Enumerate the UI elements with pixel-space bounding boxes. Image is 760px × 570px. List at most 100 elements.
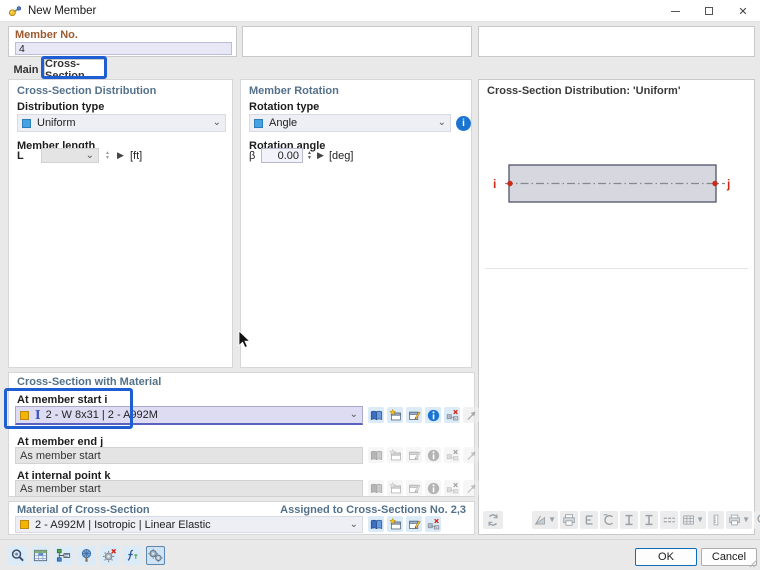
zoom-reset-icon <box>756 513 760 527</box>
tab-main[interactable]: Main <box>10 60 42 79</box>
rotation-angle-input[interactable]: 0.00 <box>261 148 303 163</box>
cross-section-section-title: Cross-Section with Material <box>17 376 161 388</box>
rotation-angle-value: 0.00 <box>278 150 299 162</box>
edit-cross-section-button[interactable] <box>406 407 422 423</box>
member-end-actions <box>368 447 479 463</box>
library-book-icon <box>370 518 383 531</box>
table-settings-button[interactable] <box>31 546 50 565</box>
gear-delete-icon <box>102 548 117 563</box>
assign-delete-icon <box>446 449 459 462</box>
member-no-input[interactable]: 4 <box>15 42 232 55</box>
material-actions <box>368 516 441 532</box>
member-length-expand-icon[interactable]: ▶ <box>117 151 124 160</box>
preview-toolbar: ▼ ▼ ▼ <box>532 511 760 529</box>
view-direction-button[interactable]: ▼ <box>532 511 558 529</box>
edit-cross-section-button <box>406 447 422 463</box>
cross-section-info-button[interactable] <box>425 407 441 423</box>
rotation-info-button[interactable]: i <box>456 116 471 131</box>
material-dropdown[interactable]: 2 - A992M | Isotropic | Linear Elastic ⌄ <box>15 516 363 533</box>
new-cross-section-button[interactable] <box>387 407 403 423</box>
edit-material-button[interactable] <box>406 516 422 532</box>
reset-settings-button[interactable] <box>100 546 119 565</box>
member-diagram <box>479 159 754 211</box>
rotation-angle-expand-icon[interactable]: ▶ <box>317 151 324 160</box>
effective-lengths-button[interactable] <box>580 511 598 529</box>
new-cross-section-button <box>387 447 403 463</box>
values-table-button[interactable]: ▼ <box>680 511 706 529</box>
pick-arrow-icon <box>465 409 478 422</box>
info-icon <box>427 482 440 495</box>
stress-points-button[interactable] <box>620 511 638 529</box>
edit-window-icon <box>408 409 421 422</box>
ruler-icon <box>710 513 722 527</box>
dropdown-arrow-icon: ▼ <box>742 516 750 524</box>
material-library-button[interactable] <box>368 516 384 532</box>
new-window-icon <box>389 409 402 422</box>
formula-button[interactable] <box>123 546 142 565</box>
rotation-type-icon <box>254 119 263 128</box>
tab-cross-section[interactable]: Cross-Section <box>44 59 105 79</box>
ruler-button[interactable] <box>708 511 724 529</box>
edit-window-icon <box>408 449 421 462</box>
pick-arrow-icon <box>465 482 478 495</box>
member-icon <box>8 4 22 18</box>
info-icon <box>427 449 440 462</box>
minimize-button[interactable] <box>658 0 692 22</box>
resize-grip[interactable] <box>749 559 758 568</box>
close-button[interactable]: ✕ <box>726 0 760 22</box>
centroid-button[interactable] <box>600 511 618 529</box>
maximize-button[interactable] <box>692 0 726 22</box>
ibeam-section-icon: I <box>35 409 41 421</box>
gears-icon <box>148 548 163 563</box>
pick-cross-section-button <box>463 480 479 496</box>
model-view-button[interactable] <box>77 546 96 565</box>
member-start-label: At member start i <box>17 394 107 406</box>
end-node-label: j <box>727 177 730 191</box>
section-library-button <box>368 480 384 496</box>
assign-material-button[interactable] <box>425 516 441 532</box>
distribution-section-title: Cross-Section Distribution <box>17 85 156 97</box>
material-assigned-note: Assigned to Cross-Sections No. 2,3 <box>280 504 466 516</box>
pick-cross-section-button[interactable] <box>463 407 479 423</box>
reset-zoom-button[interactable] <box>754 511 760 529</box>
section-library-button[interactable] <box>368 407 384 423</box>
rotation-type-dropdown[interactable]: Angle ⌄ <box>249 114 451 132</box>
chevron-down-icon: ⌄ <box>350 410 358 420</box>
edit-cross-section-button <box>406 480 422 496</box>
print-preview-button[interactable] <box>560 511 578 529</box>
member-start-dropdown[interactable]: I 2 - W 8x31 | 2 - A992M ⌄ <box>15 406 363 425</box>
spinner-down-icon: ▼ <box>307 156 312 161</box>
ok-button[interactable]: OK <box>635 548 697 566</box>
dimension-lines-button[interactable] <box>660 511 678 529</box>
rotation-angle-spinner[interactable]: ▲ ▼ <box>305 148 314 163</box>
cross-section-info-button <box>425 480 441 496</box>
member-no-label: Member No. <box>15 29 78 41</box>
assign-delete-icon <box>427 518 440 531</box>
library-book-icon <box>370 409 383 422</box>
print-button[interactable]: ▼ <box>726 511 752 529</box>
info-icon <box>427 409 440 422</box>
navigator-button[interactable] <box>54 546 73 565</box>
member-start-actions <box>368 407 479 423</box>
regenerate-view-button[interactable] <box>483 511 503 529</box>
distribution-type-dropdown[interactable]: Uniform ⌄ <box>17 114 226 132</box>
assign-delete-icon <box>446 409 459 422</box>
material-color-icon <box>20 520 29 529</box>
chevron-down-icon: ⌄ <box>438 118 446 128</box>
cancel-button-label: Cancel <box>712 551 746 563</box>
new-material-button[interactable] <box>387 516 403 532</box>
ibeam-icon <box>642 513 656 527</box>
settings-button[interactable] <box>146 546 165 565</box>
titlebar[interactable]: New Member ✕ <box>0 0 760 22</box>
member-no-value: 4 <box>19 43 25 55</box>
new-window-icon <box>389 482 402 495</box>
edit-window-icon <box>408 518 421 531</box>
find-button[interactable] <box>8 546 27 565</box>
section-parts-button[interactable] <box>640 511 658 529</box>
assign-cross-section-button[interactable] <box>444 407 460 423</box>
spinner-down-icon: ▼ <box>105 156 110 161</box>
member-length-spinner: ▲ ▼ <box>103 148 112 163</box>
distribution-type-icon <box>22 119 31 128</box>
top-empty-box-2 <box>478 26 755 57</box>
member-no-box: Member No. 4 <box>8 26 237 57</box>
